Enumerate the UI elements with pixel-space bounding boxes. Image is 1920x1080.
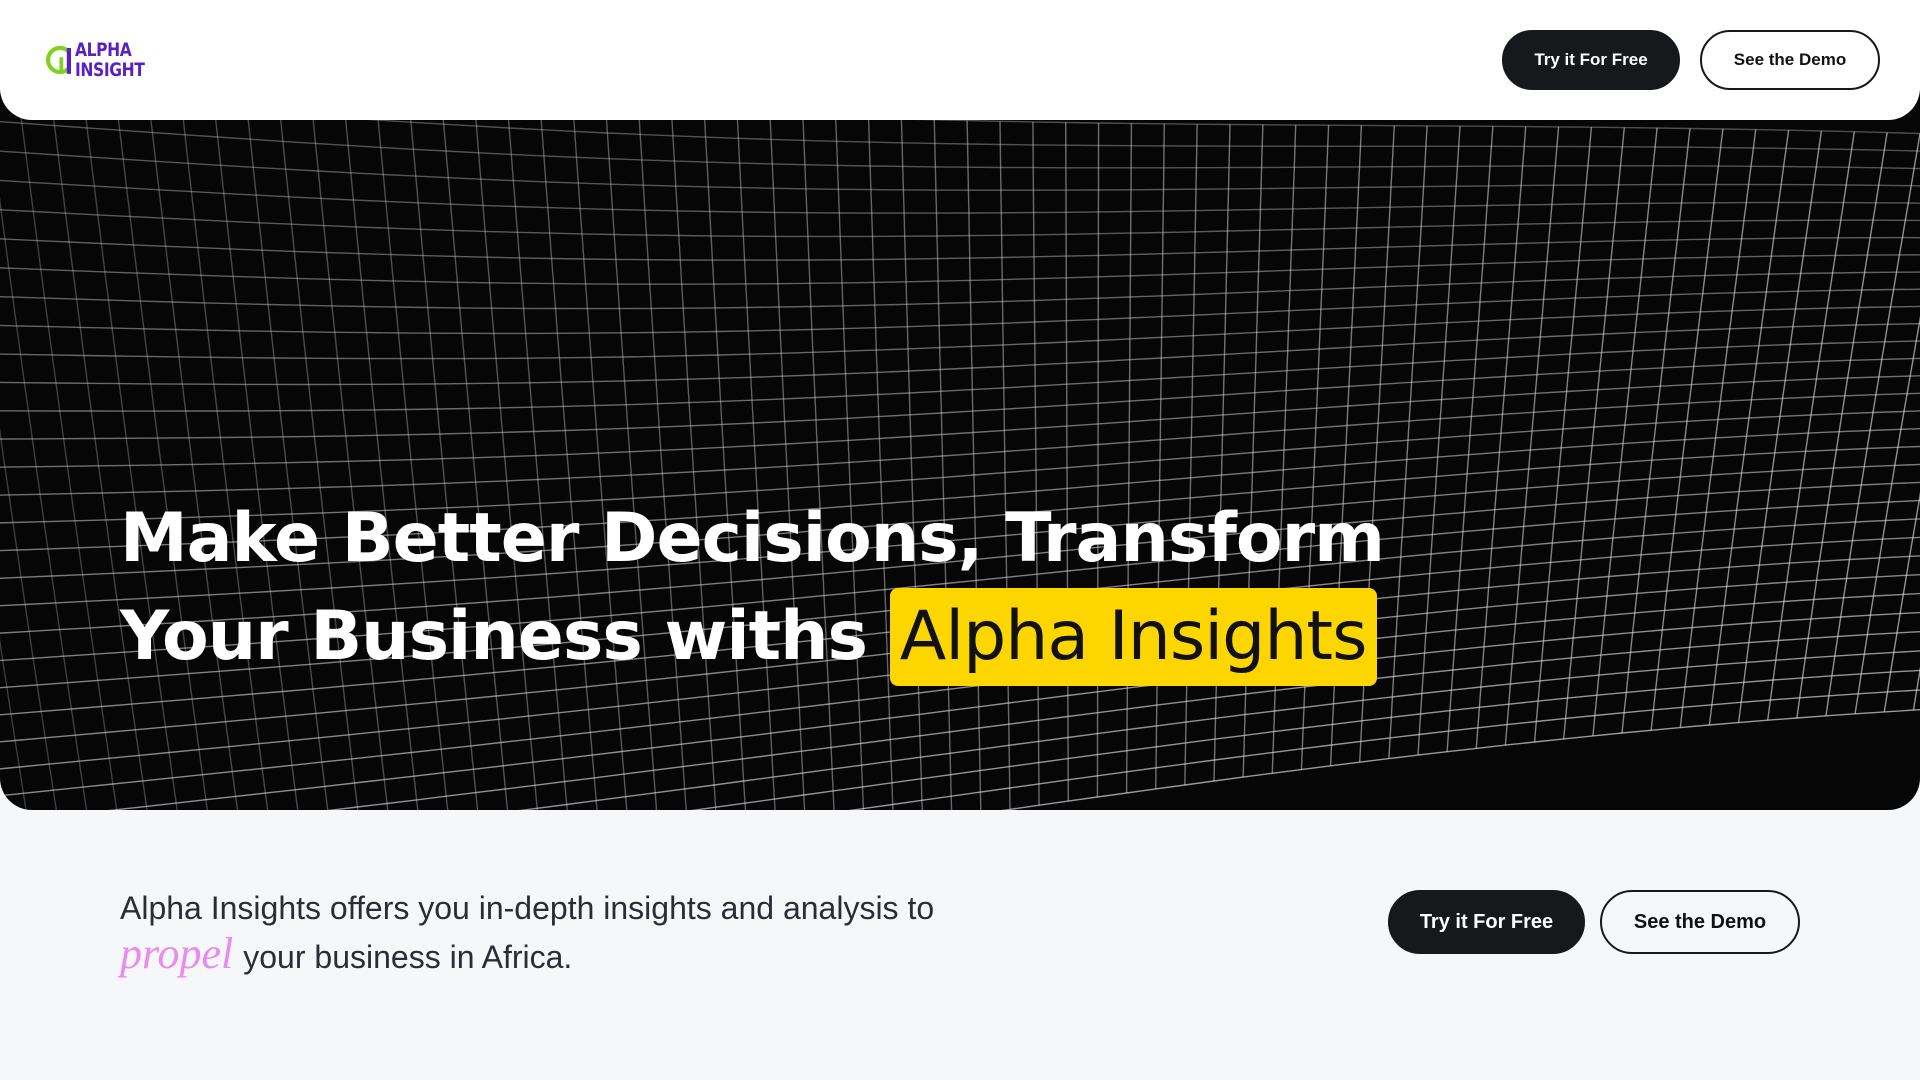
tagline-accent-propel: propel <box>120 929 234 978</box>
logo-mark-icon <box>46 45 71 75</box>
logo-line-insight: INSIGHT <box>75 59 145 81</box>
hero-heading-line-1: Make Better Decisions, Transform <box>120 499 1385 578</box>
tagline-part-1: Alpha Insights offers you in-depth insig… <box>120 890 935 926</box>
hero-heading: Make Better Decisions, Transform Your Bu… <box>120 490 1385 686</box>
hero-heading-line-2-text: Your Business withs <box>120 597 868 676</box>
cta-try-free-button[interactable]: Try it For Free <box>1388 890 1585 954</box>
wave-mesh-background <box>0 90 1920 810</box>
hero-highlight-alpha-insights: Alpha Insights <box>889 588 1377 686</box>
header-actions: Try it For Free See the Demo <box>1502 30 1880 90</box>
header-try-free-button[interactable]: Try it For Free <box>1502 30 1680 90</box>
hero-section: Make Better Decisions, Transform Your Bu… <box>0 90 1920 810</box>
hero-heading-line-2: Your Business withs Alpha Insights <box>120 588 1384 686</box>
cta-see-demo-button[interactable]: See the Demo <box>1600 890 1800 954</box>
header-see-demo-button[interactable]: See the Demo <box>1700 30 1880 90</box>
logo-wordmark: ALPHA INSIGHT <box>75 39 145 81</box>
site-header: ALPHA INSIGHT Try it For Free See the De… <box>0 0 1920 120</box>
alpha-insight-logo[interactable]: ALPHA INSIGHT <box>40 38 160 82</box>
tagline-part-2: your business in Africa. <box>243 939 573 975</box>
logo-line-alpha: ALPHA <box>75 39 132 61</box>
cta-actions: Try it For Free See the Demo <box>1388 890 1800 954</box>
value-proposition: Alpha Insights offers you in-depth insig… <box>120 885 1100 980</box>
